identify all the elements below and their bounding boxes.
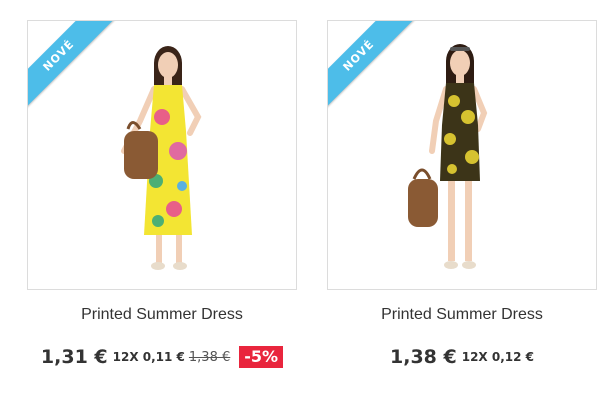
old-price: 1,38 €: [188, 349, 231, 365]
product-image-link[interactable]: NOVÉ: [27, 20, 297, 290]
product-image-link[interactable]: NOVÉ: [327, 20, 597, 290]
price-row: 1,31 € 12X 0,11 € 1,38 € -5%: [27, 346, 297, 368]
installment-price: 12X 0,11 €: [112, 350, 185, 364]
product-name-link[interactable]: Printed Summer Dress: [27, 306, 297, 324]
new-badge: NOVÉ: [28, 21, 118, 111]
product-card: NOVÉ Printed Summer Dress: [27, 20, 297, 324]
discount-badge: -5%: [239, 346, 284, 368]
new-badge-label: NOVÉ: [328, 21, 415, 111]
product-card: NOVÉ Printed Summer Dress: [327, 20, 597, 324]
product-grid: NOVÉ Printed Summer Dress 1,31 € 12X 0,1…: [0, 0, 612, 412]
product-name-link[interactable]: Printed Summer Dress: [327, 306, 597, 324]
price-row: 1,38 € 12X 0,12 €: [327, 346, 597, 368]
product-price: 1,31 €: [40, 346, 108, 368]
new-badge-label: NOVÉ: [28, 21, 115, 111]
product-price: 1,38 €: [390, 346, 457, 368]
new-badge: NOVÉ: [328, 21, 418, 111]
installment-price: 12X 0,12 €: [461, 350, 534, 364]
